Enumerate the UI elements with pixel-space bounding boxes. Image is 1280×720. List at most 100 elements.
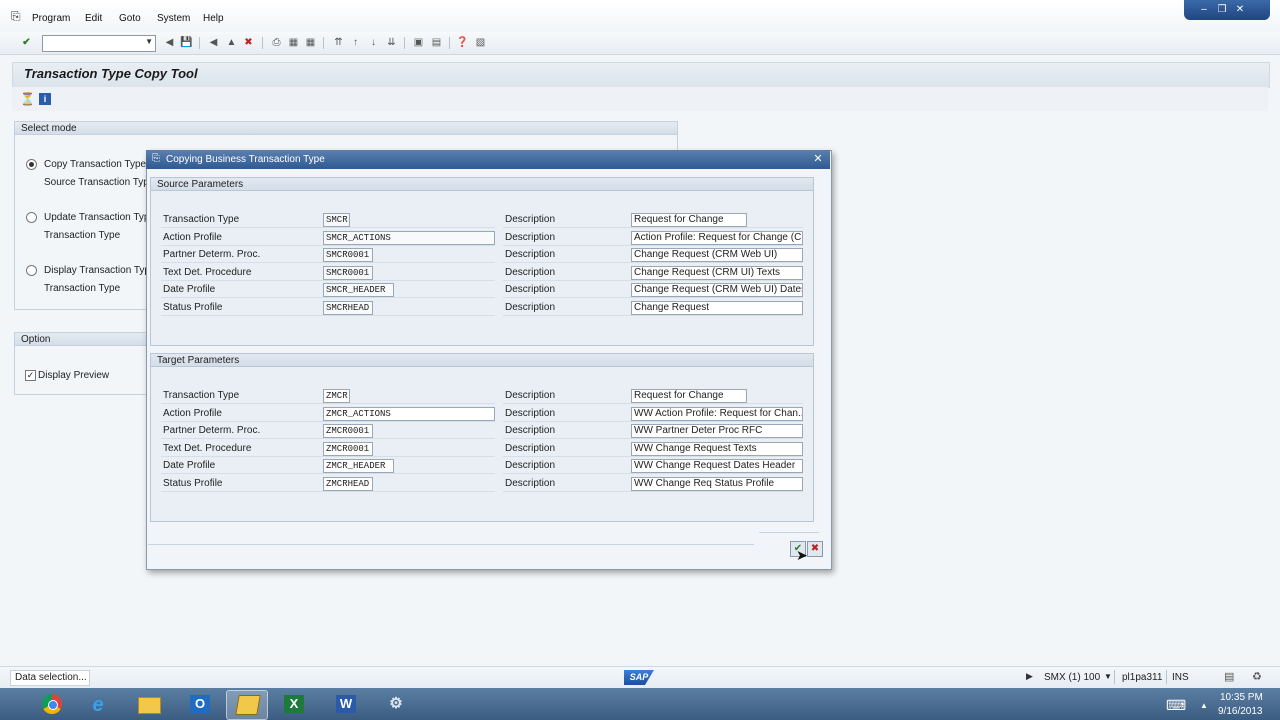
- save-icon[interactable]: 💾: [180, 37, 193, 49]
- source-param-field: SMCR0001: [323, 265, 373, 280]
- first-page-icon[interactable]: ⇈: [332, 37, 345, 49]
- create-session-icon[interactable]: ▣: [412, 37, 425, 49]
- target-param-label: Text Det. Procedure: [163, 442, 252, 454]
- chrome-icon[interactable]: [32, 690, 72, 718]
- target-param-field[interactable]: ZMCR_HEADER: [323, 459, 394, 474]
- row-divider: [161, 420, 495, 422]
- dialog-window-icon: ⎘: [152, 153, 160, 164]
- menu-help[interactable]: Help: [203, 13, 224, 24]
- page-title: Transaction Type Copy Tool: [24, 66, 198, 81]
- row-divider: [161, 491, 495, 492]
- description-label: Description: [505, 407, 556, 419]
- explorer-icon[interactable]: [128, 690, 168, 718]
- sap-logon-icon[interactable]: [226, 690, 268, 720]
- update-radio[interactable]: [26, 212, 37, 223]
- menu-edit[interactable]: Edit: [85, 13, 102, 24]
- restore-icon[interactable]: ❐: [1214, 3, 1230, 16]
- layout-icon[interactable]: ▤: [1224, 670, 1234, 683]
- system-info: SMX (1) 100: [1044, 672, 1101, 683]
- enter-icon[interactable]: ✔: [20, 37, 33, 49]
- execute-icon[interactable]: ⏳: [20, 92, 35, 106]
- row-divider: [503, 297, 803, 299]
- dialog-title: Copying Business Transaction Type: [166, 154, 325, 165]
- ie-icon[interactable]: e: [78, 690, 118, 718]
- window-controls: – ❐ ✕: [1184, 0, 1270, 20]
- application-toolbar: ⏳ i: [12, 87, 1268, 111]
- target-description-field[interactable]: WW Change Request Texts: [631, 441, 803, 456]
- tray-chevron-icon[interactable]: ▲: [1200, 701, 1208, 710]
- target-param-field[interactable]: ZMCR0001: [323, 441, 373, 456]
- row-divider: [161, 315, 495, 316]
- row-divider: [503, 403, 803, 404]
- menu-goto[interactable]: Goto: [119, 13, 141, 24]
- exit-icon[interactable]: ▲: [225, 37, 238, 49]
- lock-icon[interactable]: ♻: [1252, 670, 1262, 683]
- chevron-down-icon[interactable]: ▼: [1104, 672, 1112, 681]
- copy-radio[interactable]: [26, 159, 37, 170]
- customize-layout-icon[interactable]: ▧: [474, 37, 487, 49]
- status-toggle-icon[interactable]: ▶: [1026, 671, 1033, 682]
- word-icon[interactable]: W: [326, 690, 366, 718]
- source-param-label: Date Profile: [163, 284, 216, 296]
- description-label: Description: [505, 302, 556, 313]
- find-next-icon[interactable]: ▦: [304, 37, 317, 49]
- description-label: Description: [505, 442, 556, 454]
- target-param-field[interactable]: ZMCR0001: [323, 424, 373, 439]
- target-description-field[interactable]: Request for Change: [631, 389, 747, 403]
- shortcut-icon[interactable]: ▤: [430, 37, 443, 49]
- next-page-icon[interactable]: ↓: [367, 37, 380, 49]
- target-param-field[interactable]: ZMCR: [323, 389, 350, 403]
- clock-date[interactable]: 9/16/2013: [1218, 706, 1263, 717]
- print-icon[interactable]: ⎙: [270, 37, 283, 49]
- info-icon[interactable]: i: [39, 93, 51, 105]
- display-transaction-type-label: Transaction Type: [44, 283, 121, 294]
- back-arrow-icon[interactable]: ◀: [163, 37, 176, 49]
- copy-radio-label: Copy Transaction Type: [44, 159, 147, 170]
- target-description-field[interactable]: WW Action Profile: Request for Chan...: [631, 406, 803, 421]
- help-icon[interactable]: ❓: [456, 37, 469, 49]
- tool-icon[interactable]: ⚙: [376, 690, 416, 718]
- server-info: pl1pa311: [1122, 672, 1163, 683]
- find-icon[interactable]: ▦: [287, 37, 300, 49]
- menu-system[interactable]: System: [157, 13, 190, 24]
- target-description-field[interactable]: WW Change Request Dates Header: [631, 459, 803, 474]
- outlook-icon[interactable]: O: [180, 690, 220, 718]
- description-label: Description: [505, 425, 556, 437]
- row-divider: [161, 438, 495, 440]
- previous-page-icon[interactable]: ↑: [349, 37, 362, 49]
- minimize-icon[interactable]: –: [1196, 3, 1212, 16]
- command-field[interactable]: ▼: [42, 35, 156, 52]
- status-bar: Data selection... SAP ▶ SMX (1) 100 ▼ pl…: [0, 666, 1280, 689]
- source-transaction-type-label: Source Transaction Type: [44, 177, 155, 188]
- row-divider: [161, 227, 495, 228]
- row-divider: [161, 297, 495, 299]
- chevron-down-icon[interactable]: ▼: [145, 37, 153, 46]
- window-menu-icon[interactable]: ⎘: [11, 9, 21, 24]
- back-icon[interactable]: ◀: [207, 37, 220, 49]
- menu-program[interactable]: Program: [32, 13, 70, 24]
- keyboard-icon[interactable]: ⌨: [1166, 697, 1186, 714]
- target-param-field[interactable]: ZMCRHEAD: [323, 477, 373, 491]
- target-param-field[interactable]: ZMCR_ACTIONS: [323, 406, 495, 421]
- target-param-label: Transaction Type: [163, 390, 240, 401]
- source-description-field: Change Request: [631, 301, 803, 315]
- clock-time[interactable]: 10:35 PM: [1220, 692, 1263, 703]
- description-label: Description: [505, 266, 556, 278]
- row-divider: [503, 491, 803, 492]
- dialog-close-icon[interactable]: ✕: [812, 153, 824, 165]
- last-page-icon[interactable]: ⇊: [385, 37, 398, 49]
- cancel-icon[interactable]: ✖: [242, 37, 255, 49]
- target-description-field[interactable]: WW Change Req Status Profile: [631, 477, 803, 491]
- source-param-field: SMCR_ACTIONS: [323, 230, 495, 245]
- menu-bar: ⎘ Program Edit Goto System Help: [0, 0, 1280, 32]
- title-bar: [12, 62, 1270, 88]
- target-param-label: Action Profile: [163, 407, 222, 419]
- close-window-icon[interactable]: ✕: [1232, 3, 1248, 16]
- cancel-button[interactable]: ✖: [807, 541, 823, 557]
- target-description-field[interactable]: WW Partner Deter Proc RFC: [631, 424, 803, 439]
- row-divider: [161, 279, 495, 281]
- display-preview-checkbox[interactable]: ✓: [25, 370, 36, 381]
- display-radio[interactable]: [26, 265, 37, 276]
- excel-icon[interactable]: X: [274, 690, 314, 718]
- select-mode-header: Select mode: [14, 121, 678, 135]
